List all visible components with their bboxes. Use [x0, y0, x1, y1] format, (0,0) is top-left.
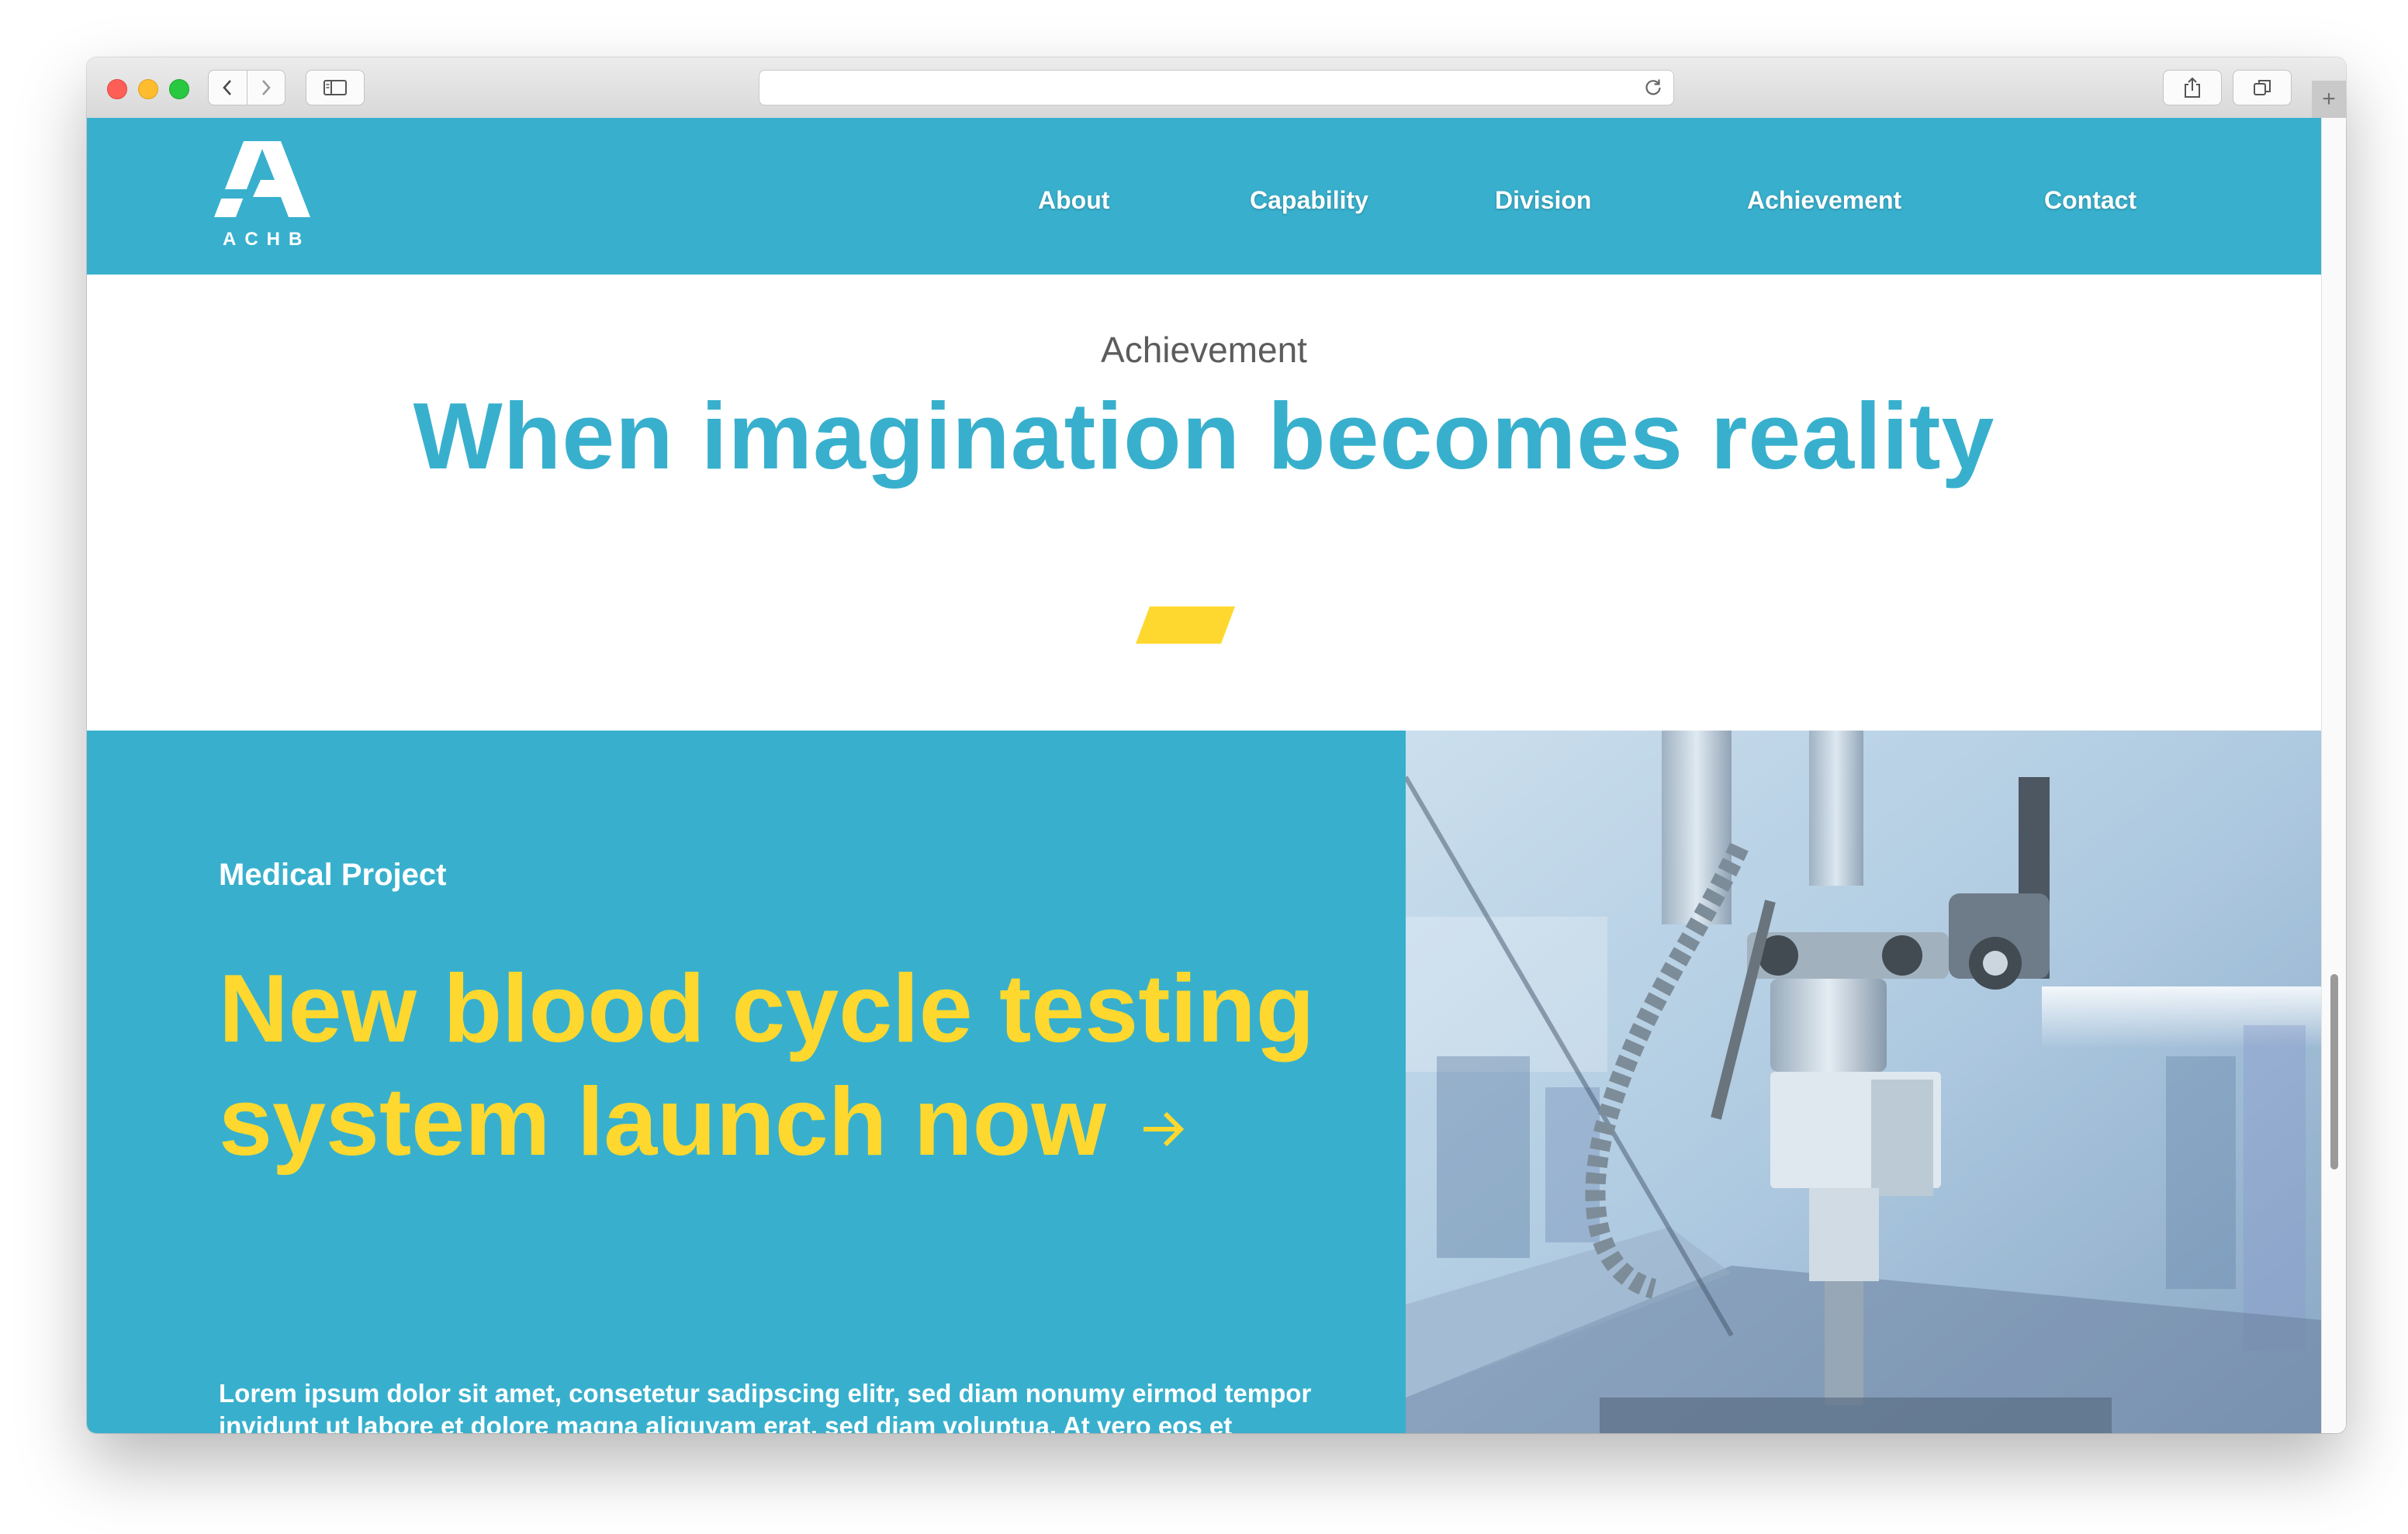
- chevron-right-icon: [261, 80, 271, 95]
- robot-arm-illustration: [1406, 731, 2321, 1433]
- browser-toolbar: +: [87, 57, 2346, 119]
- feature-panel: Medical Project New blood cycle testing …: [87, 731, 1406, 1433]
- feature-title[interactable]: New blood cycle testing system launch no…: [219, 952, 1320, 1179]
- scrollbar-thumb[interactable]: [2330, 974, 2338, 1170]
- section-headline: When imagination becomes reality: [413, 383, 1995, 489]
- address-bar[interactable]: [759, 70, 1674, 105]
- nav-contact[interactable]: Contact: [2044, 186, 2136, 215]
- accent-bar: [1136, 606, 1235, 644]
- reload-icon: [1645, 79, 1661, 95]
- forward-button[interactable]: [247, 71, 285, 105]
- reload-button[interactable]: [1641, 75, 1666, 100]
- new-tab-label: +: [2322, 86, 2336, 112]
- new-tab-button[interactable]: +: [2312, 81, 2346, 118]
- feature-tag: Medical Project: [219, 858, 447, 892]
- close-window-button[interactable]: [107, 79, 127, 99]
- logo-text: ACHB: [223, 229, 311, 250]
- web-page: ACHB About Capability Division Achieveme…: [87, 118, 2321, 1433]
- nav-division[interactable]: Division: [1495, 186, 1591, 215]
- chevron-left-icon: [223, 80, 232, 95]
- zoom-window-button[interactable]: [169, 79, 189, 99]
- nav-capability[interactable]: Capability: [1250, 186, 1368, 215]
- back-button[interactable]: [209, 71, 247, 105]
- tabs-icon: [2254, 80, 2271, 95]
- section-eyebrow: Achievement: [1101, 330, 1307, 370]
- sidebar-toggle-button[interactable]: [306, 70, 365, 105]
- browser-window: + ACHB About Capability Division Achieve…: [87, 57, 2346, 1433]
- nav-about[interactable]: About: [1038, 186, 1109, 215]
- sidebar-icon: [323, 80, 347, 95]
- tab-overview-button[interactable]: [2233, 70, 2292, 105]
- page-scrollbar[interactable]: [2321, 118, 2346, 1433]
- arrow-right-icon[interactable]: [1140, 1107, 1185, 1152]
- feature-body: Lorem ipsum dolor sit amet, consetetur s…: [219, 1379, 1312, 1433]
- share-icon: [2185, 77, 2200, 98]
- nav-achievement[interactable]: Achievement: [1747, 186, 1901, 215]
- robot-arm-photo: [1406, 731, 2321, 1433]
- minimize-window-button[interactable]: [138, 79, 158, 99]
- history-nav: [208, 70, 285, 105]
- share-button[interactable]: [2163, 70, 2222, 105]
- site-header: ACHB About Capability Division Achieveme…: [87, 118, 2321, 275]
